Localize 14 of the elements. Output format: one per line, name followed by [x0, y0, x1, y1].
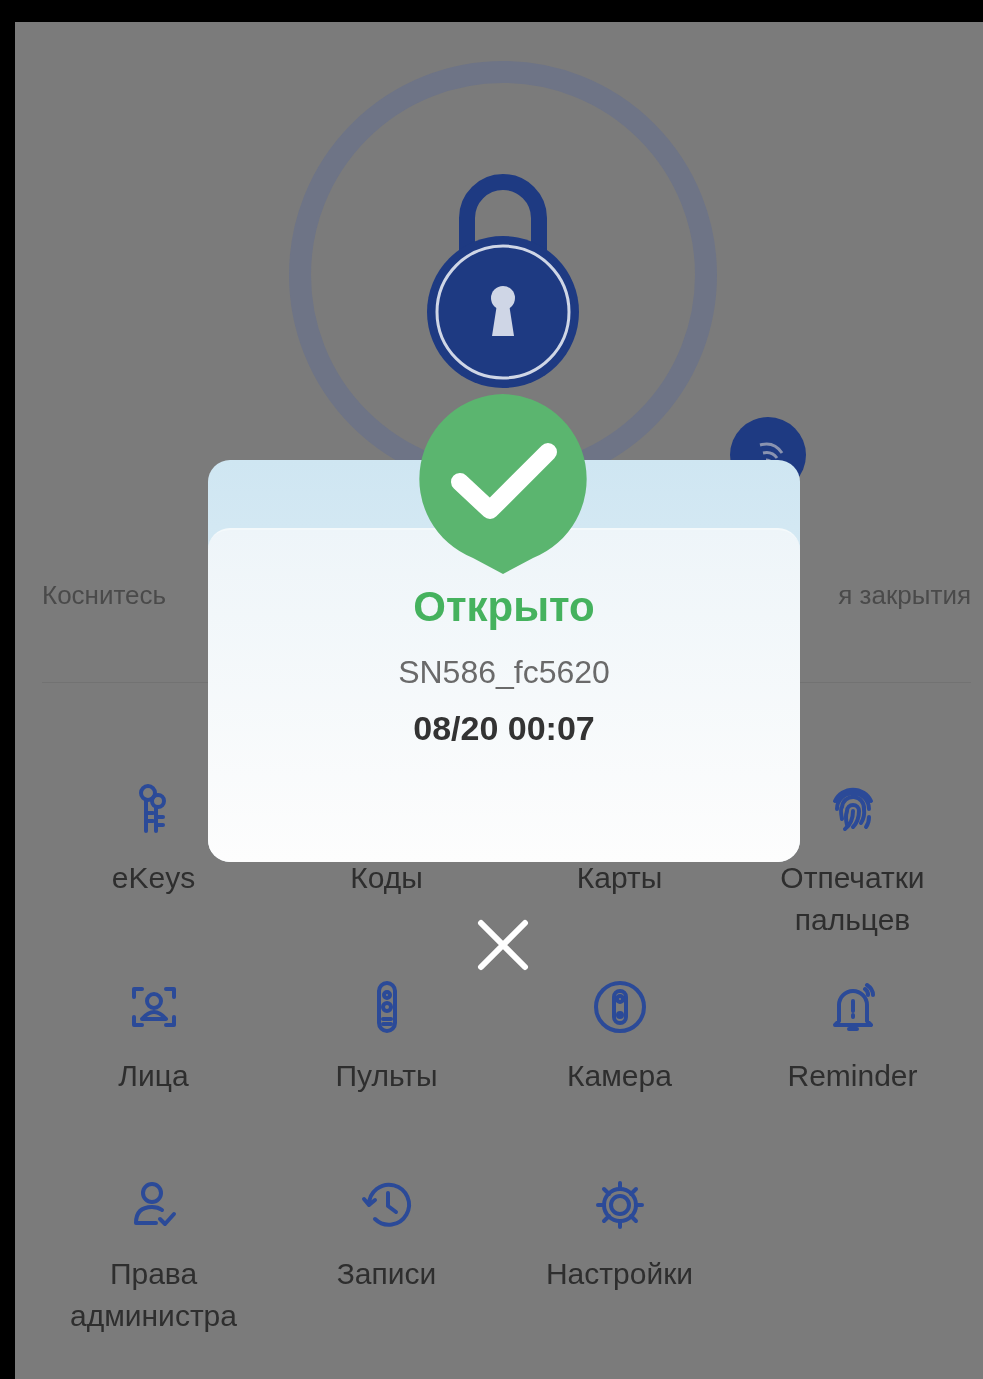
- menu-item[interactable]: Записи: [270, 1175, 503, 1333]
- menu-item[interactable]: Права администра: [37, 1175, 270, 1333]
- menu-item[interactable]: Пульты: [270, 977, 503, 1135]
- menu-item[interactable]: Настройки: [503, 1175, 736, 1333]
- device-name: SN586_fc5620: [398, 654, 610, 691]
- close-icon[interactable]: [477, 919, 529, 971]
- menu-item[interactable]: Лица: [37, 977, 270, 1135]
- menu-item[interactable]: Reminder: [736, 977, 969, 1135]
- event-time: 08/20 00:07: [413, 709, 595, 748]
- status-title: Открыто: [413, 582, 595, 632]
- menu-item[interactable]: Камера: [503, 977, 736, 1135]
- padlock-icon[interactable]: [427, 174, 579, 388]
- menu-item[interactable]: eKeys: [37, 779, 270, 937]
- menu-item[interactable]: Отпечатки пальцев: [736, 779, 969, 937]
